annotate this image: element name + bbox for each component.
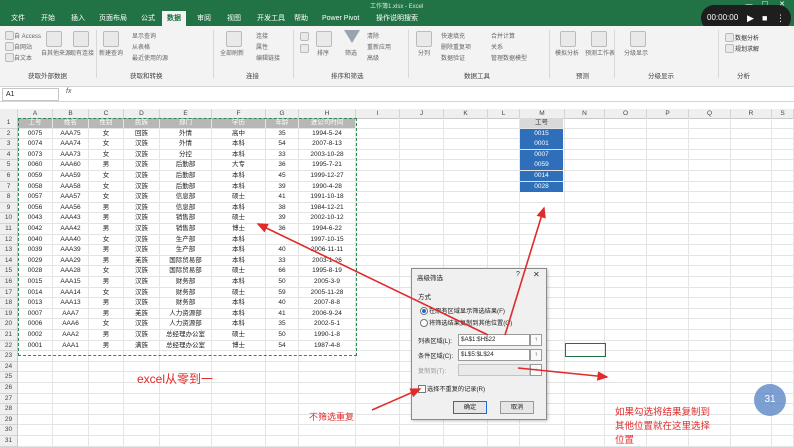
arrow-to-criteria: [504, 206, 546, 336]
arrow-to-copy-note: [517, 367, 609, 381]
annotation-arrows: [256, 206, 609, 411]
page-number-badge: 31: [754, 384, 786, 416]
annotation-no-duplicates: 不筛选重复: [309, 412, 355, 422]
annotation-copy-note-line2: 其他位置就在这里选择: [615, 421, 711, 432]
arrow-to-unique-checkbox: [371, 388, 422, 411]
arrow-to-table: [256, 223, 489, 336]
annotation-excel-title: excel从零到一: [137, 372, 214, 386]
annotation-copy-note-line3: 位置: [615, 435, 635, 446]
annotation-copy-note-line1: 如果勾选将结果复制到: [615, 407, 711, 418]
